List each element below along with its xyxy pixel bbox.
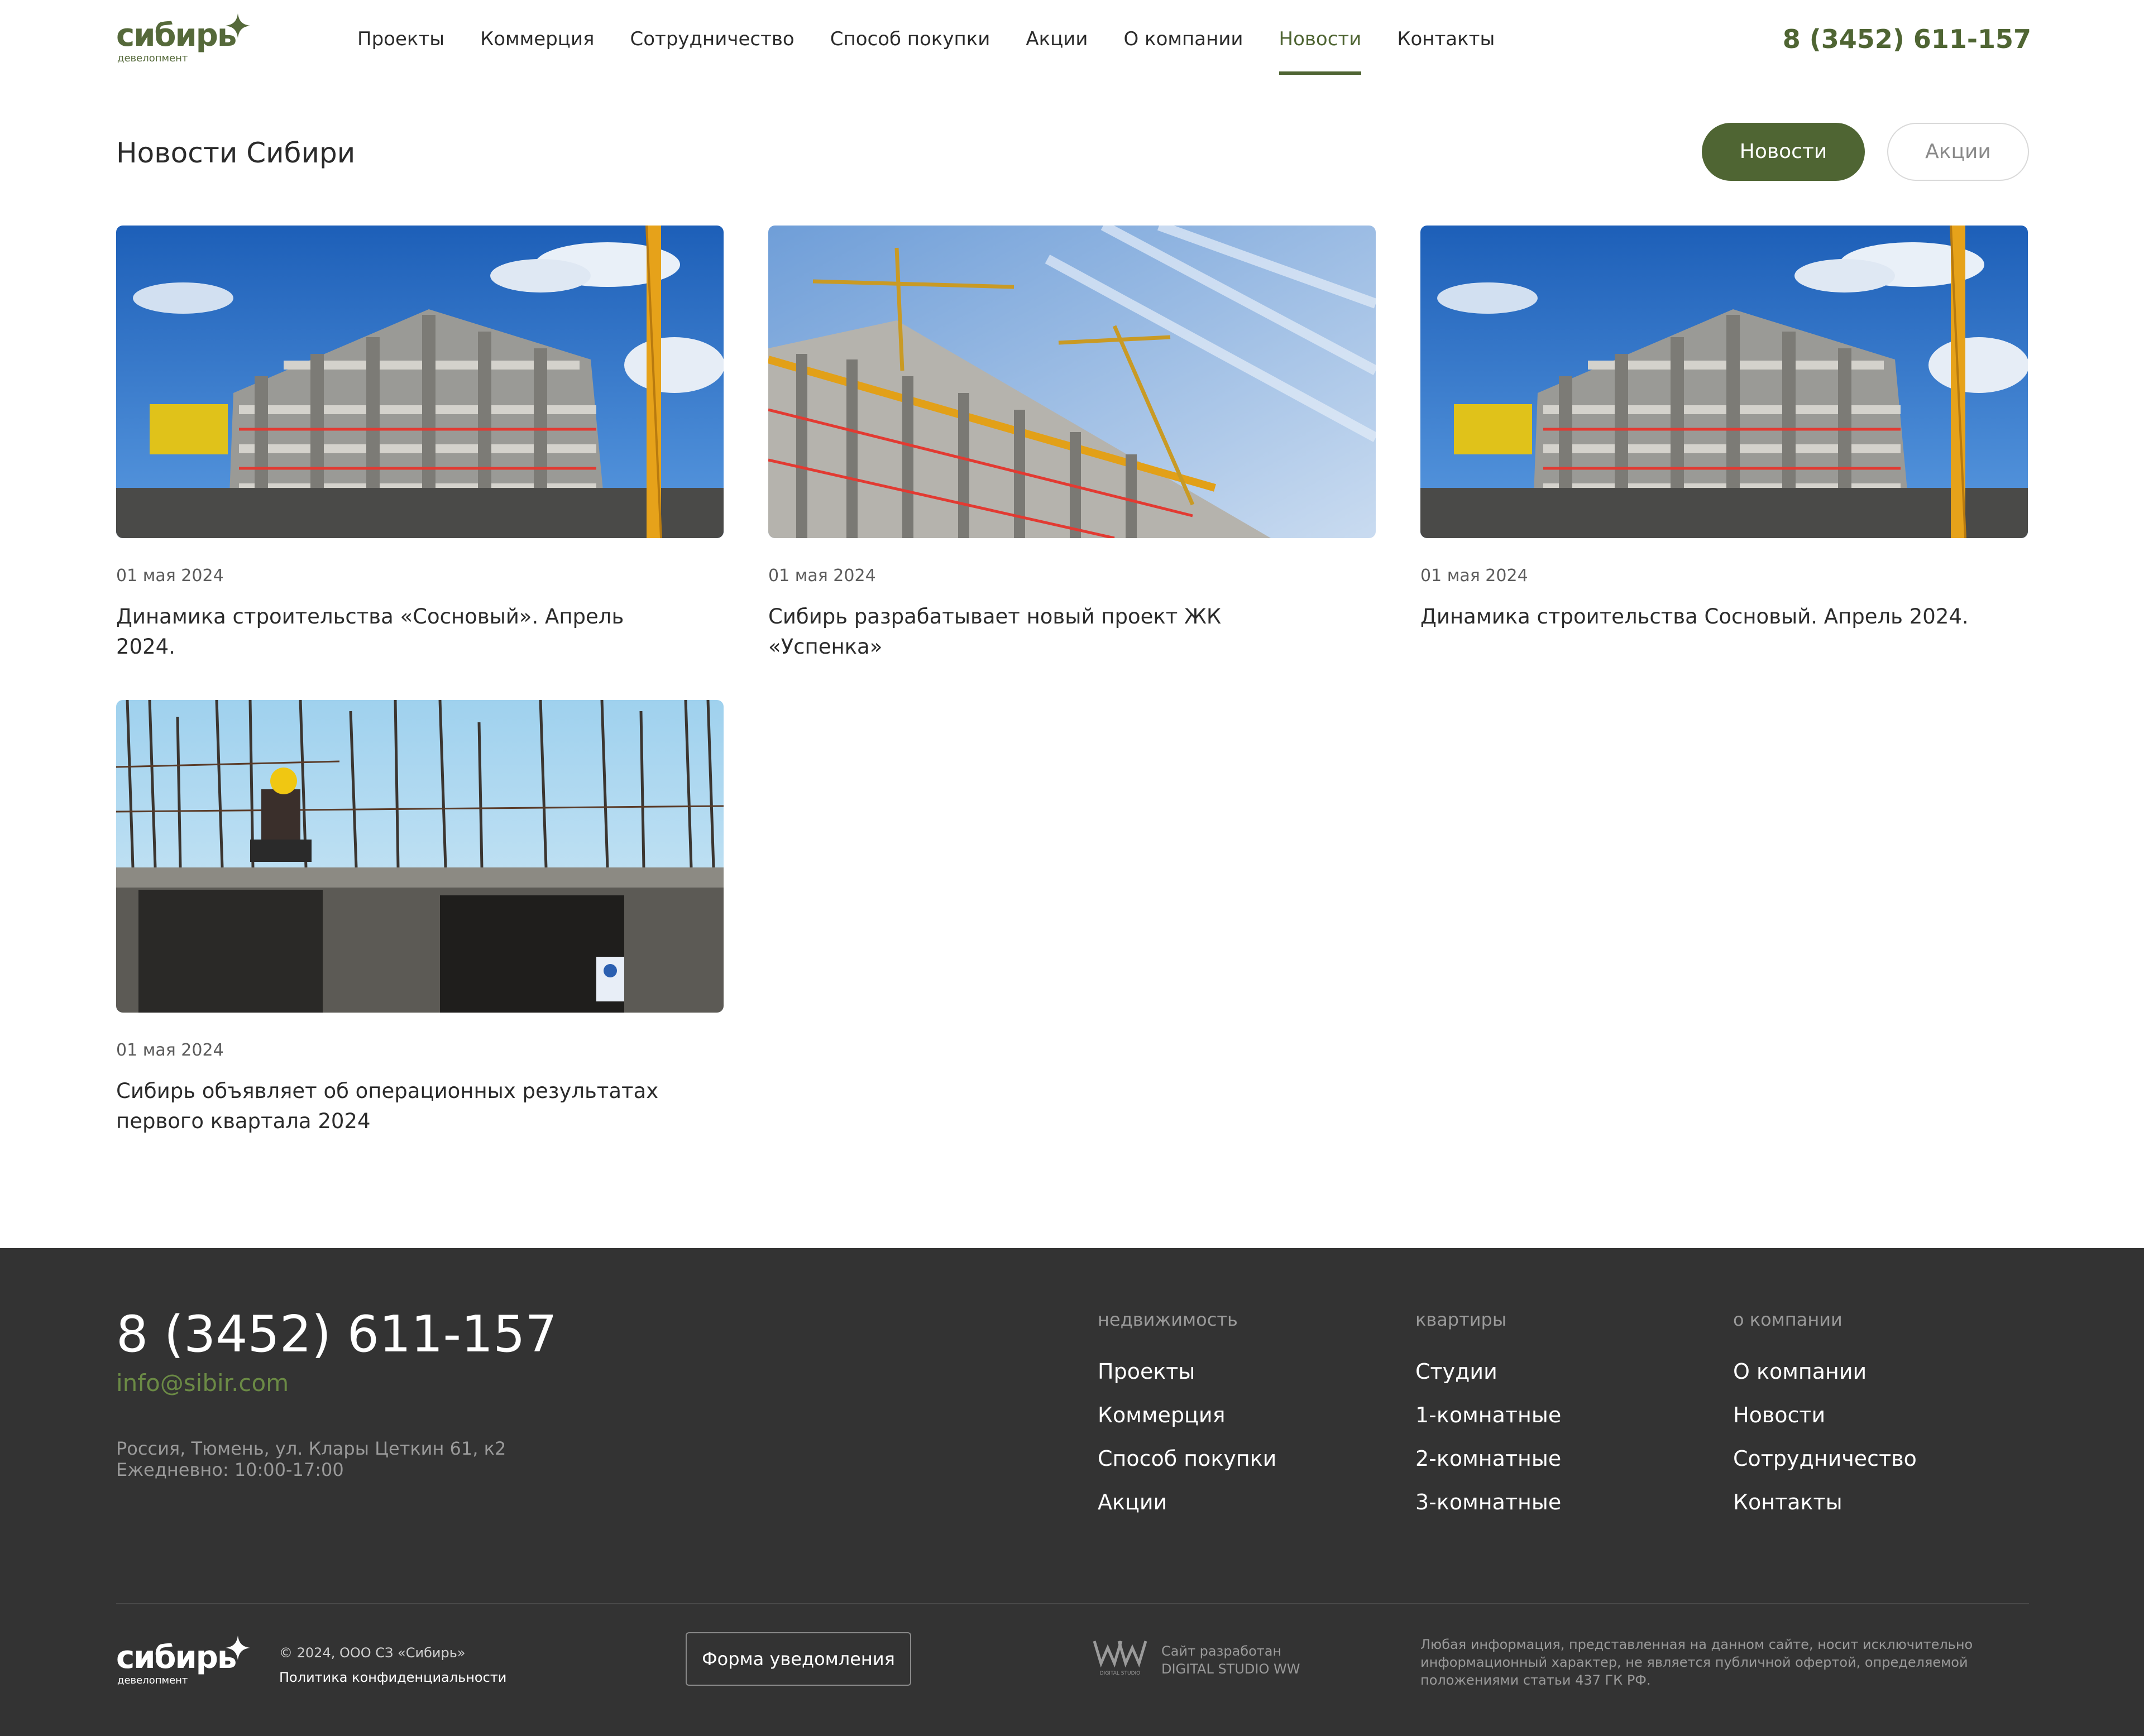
footer-email-link[interactable]: info@sibir.com <box>116 1368 289 1399</box>
brand-logo[interactable]: сибирь девелопмент <box>116 13 250 66</box>
nav-item-promotions[interactable]: Акции <box>1026 27 1088 51</box>
footer-hours-line: Ежедневно: 10:00-17:00 <box>116 1459 344 1480</box>
footer-link-studios[interactable]: Студии <box>1415 1350 1695 1393</box>
footer-column-realty: недвижимость Проекты Коммерция Способ по… <box>1098 1304 1377 1524</box>
nav-item-projects[interactable]: Проекты <box>357 27 444 51</box>
digital-studio-ww-logo-icon[interactable]: DIGITAL STUDIO <box>1092 1639 1148 1677</box>
footer-brand-logo[interactable]: сибирь девелопмент <box>116 1636 250 1688</box>
news-card-photo[interactable] <box>768 226 1376 538</box>
footer-link-projects[interactable]: Проекты <box>1098 1350 1377 1393</box>
footer-column-heading: квартиры <box>1415 1309 1507 1330</box>
notification-form-button[interactable]: Форма уведомления <box>686 1632 911 1686</box>
logo-wordmark: сибирь <box>116 1639 237 1676</box>
sparkle-star-icon <box>226 1636 250 1660</box>
site-header: сибирь девелопмент Проекты Коммерция Сот… <box>0 0 2144 78</box>
footer-link-1-room[interactable]: 1-комнатные <box>1415 1393 1695 1437</box>
footer-link-3-room[interactable]: 3-комнатные <box>1415 1480 1695 1524</box>
footer-link-promotions[interactable]: Акции <box>1098 1480 1377 1524</box>
news-card-title[interactable]: Сибирь разрабатывает новый проект ЖК «Ус… <box>768 602 1327 662</box>
news-card-date: 01 мая 2024 <box>116 1040 224 1060</box>
footer-link-news[interactable]: Новости <box>1733 1393 2012 1437</box>
footer-divider <box>116 1603 2029 1604</box>
nav-item-news[interactable]: Новости <box>1279 27 1361 75</box>
footer-link-cooperation[interactable]: Сотрудничество <box>1733 1437 2012 1480</box>
header-phone-link[interactable]: 8 (3452) 611-157 <box>1783 22 2031 56</box>
main-nav: Проекты Коммерция Сотрудничество Способ … <box>357 27 1530 75</box>
footer-column-apartments: квартиры Студии 1-комнатные 2-комнатные … <box>1415 1304 1695 1524</box>
construction-worker-rebar-photo <box>116 700 724 1013</box>
news-card[interactable]: 01 мая 2024 Динамика строительства «Сосн… <box>116 226 724 662</box>
studio-credit[interactable]: Сайт разработан DIGITAL STUDIO WW <box>1161 1642 1300 1678</box>
footer-column-company: о компании О компании Новости Сотрудниче… <box>1733 1304 2012 1524</box>
footer-column-heading: о компании <box>1733 1309 1842 1330</box>
news-card-photo[interactable] <box>1420 226 2028 538</box>
logo-subtitle: девелопмент <box>117 1675 188 1686</box>
news-card-title[interactable]: Динамика строительства «Сосновый». Апрел… <box>116 602 674 662</box>
footer-link-purchase-method[interactable]: Способ покупки <box>1098 1437 1377 1480</box>
news-card-title[interactable]: Динамика строительства Сосновый. Апрель … <box>1420 602 1979 632</box>
news-card-date: 01 мая 2024 <box>768 566 876 586</box>
news-card-date: 01 мая 2024 <box>116 566 224 586</box>
news-card[interactable]: 01 мая 2024 Сибирь объявляет об операцио… <box>116 700 724 1136</box>
news-card-title[interactable]: Сибирь объявляет об операционных результ… <box>116 1076 674 1136</box>
nav-item-about[interactable]: О компании <box>1123 27 1243 51</box>
footer-link-2-room[interactable]: 2-комнатные <box>1415 1437 1695 1480</box>
news-card-date: 01 мая 2024 <box>1420 566 1528 586</box>
construction-building-crane-photo <box>1420 226 2028 538</box>
filter-promotions-button[interactable]: Акции <box>1887 123 2029 181</box>
nav-item-commerce[interactable]: Коммерция <box>480 27 594 51</box>
footer-link-about[interactable]: О компании <box>1733 1350 2012 1393</box>
news-card-photo[interactable] <box>116 700 724 1013</box>
logo-subtitle: девелопмент <box>117 52 188 64</box>
footer-address-line: Россия, Тюмень, ул. Клары Цеткин 61, к2 <box>116 1438 506 1459</box>
nav-item-cooperation[interactable]: Сотрудничество <box>630 27 795 51</box>
legal-disclaimer: Любая информация, представленная на данн… <box>1420 1637 1973 1688</box>
sparkle-star-icon <box>226 13 250 38</box>
studio-logo-caption: DIGITAL STUDIO <box>1100 1671 1141 1676</box>
footer-copyright: © 2024, ООО СЗ «Сибирь» <box>279 1645 466 1661</box>
news-card-photo[interactable] <box>116 226 724 538</box>
construction-cranes-sky-photo <box>768 226 1376 538</box>
news-card[interactable]: 01 мая 2024 Сибирь разрабатывает новый п… <box>768 226 1376 662</box>
nav-item-purchase-method[interactable]: Способ покупки <box>830 27 990 51</box>
footer-column-heading: недвижимость <box>1098 1309 1238 1330</box>
logo-wordmark: сибирь <box>116 17 237 54</box>
filter-news-button[interactable]: Новости <box>1702 123 1865 181</box>
studio-credit-name: DIGITAL STUDIO WW <box>1161 1661 1300 1677</box>
footer-link-contacts[interactable]: Контакты <box>1733 1480 2012 1524</box>
news-card[interactable]: 01 мая 2024 Динамика строительства Сосно… <box>1420 226 2028 632</box>
privacy-policy-link[interactable]: Политика конфиденциальности <box>279 1668 506 1687</box>
footer-link-commerce[interactable]: Коммерция <box>1098 1393 1377 1437</box>
studio-credit-line: Сайт разработан <box>1161 1643 1282 1659</box>
nav-item-contacts[interactable]: Контакты <box>1397 27 1495 51</box>
site-footer: 8 (3452) 611-157 info@sibir.com Россия, … <box>0 1248 2144 1736</box>
footer-address: Россия, Тюмень, ул. Клары Цеткин 61, к2 … <box>116 1438 506 1480</box>
construction-building-crane-photo <box>116 226 724 538</box>
page-title: Новости Сибири <box>116 137 356 169</box>
footer-phone-link[interactable]: 8 (3452) 611-157 <box>116 1304 557 1365</box>
